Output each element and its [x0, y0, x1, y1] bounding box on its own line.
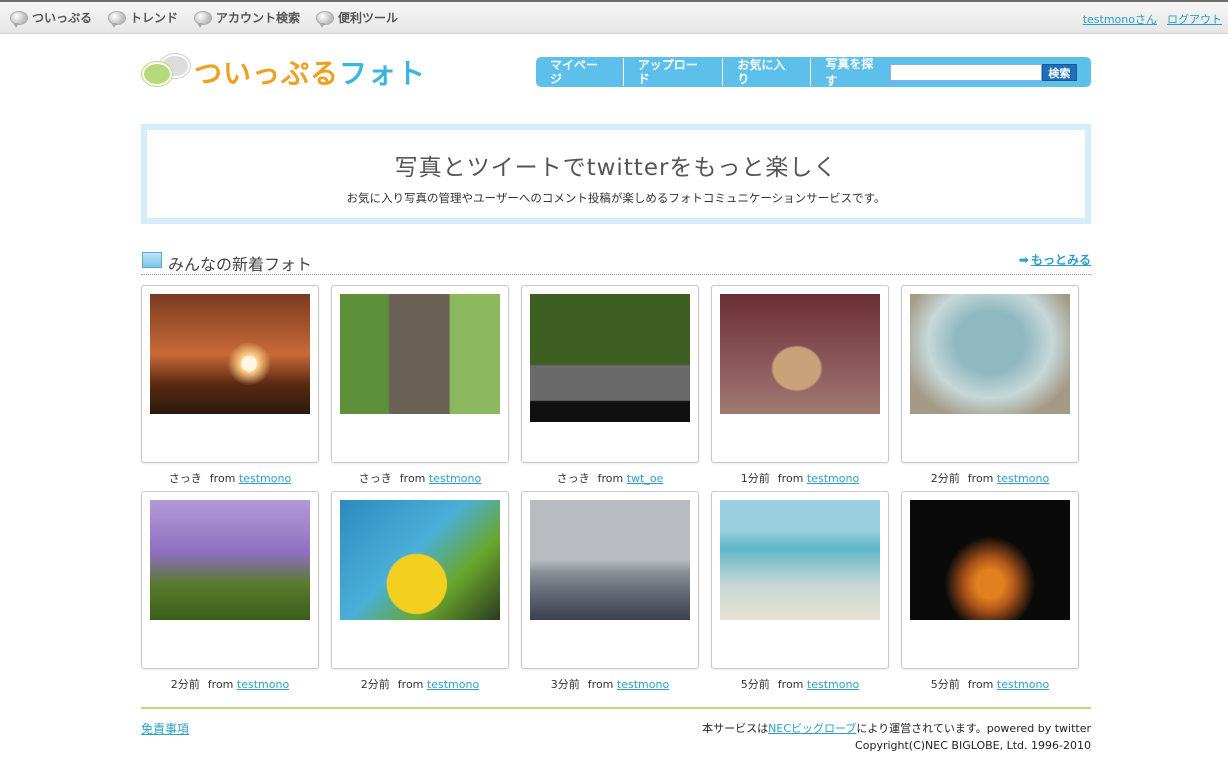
photo-card[interactable]: [331, 491, 509, 669]
copyright: Copyright(C)NEC BIGLOBE, Ltd. 1996-2010: [855, 739, 1091, 752]
user-link[interactable]: testmono: [807, 678, 859, 691]
photo-caption: 3分前 from testmono: [550, 678, 670, 691]
user-links: testmonoさん ログアウト: [1083, 11, 1222, 27]
photo-caption: 5分前 from testmono: [930, 678, 1050, 691]
photo-card[interactable]: [331, 285, 509, 463]
photo-thumbnail[interactable]: [150, 294, 310, 414]
photo-caption: 1分前 from testmono: [740, 472, 860, 485]
photo-card[interactable]: [711, 285, 889, 463]
user-link[interactable]: testmono: [239, 472, 291, 485]
section-title: みんなの新着フォト: [168, 255, 313, 274]
user-link[interactable]: testmono: [429, 472, 481, 485]
topnav-item-trend[interactable]: トレンド: [108, 9, 179, 28]
bubble-icon: [316, 10, 335, 28]
hero-banner: 写真とツイートでtwitterをもっと楽しく お気に入り写真の管理やユーザーへの…: [141, 124, 1091, 224]
photo-card[interactable]: [901, 285, 1079, 463]
hero-subtitle: お気に入り写真の管理やユーザーへのコメント投稿が楽しめるフォトコミュニケーション…: [346, 191, 886, 205]
photo-caption: さっき from testmono: [168, 472, 292, 485]
topnav-label: トレンド: [130, 11, 179, 25]
photo-thumbnail[interactable]: [530, 294, 690, 422]
photo-card[interactable]: [521, 491, 699, 669]
topnav-label: ついっぷる: [32, 11, 93, 25]
topnav-item-tools[interactable]: 便利ツール: [316, 9, 399, 28]
operated-by: 本サービスはNECビッグローブにより運営されています。powered by tw…: [702, 722, 1091, 735]
user-link[interactable]: testmono: [997, 678, 1049, 691]
search-label: 写真を探す: [825, 57, 874, 88]
section-header: みんなの新着フォト ➡ もっとみる: [141, 249, 1091, 275]
search-button[interactable]: 検索: [1041, 63, 1078, 81]
top-nav: ついっぷる トレンド アカウント検索 便利ツール: [10, 9, 399, 28]
nav-mypage[interactable]: マイページ: [550, 58, 624, 86]
user-link[interactable]: testmono: [997, 472, 1049, 485]
topnav-label: 便利ツール: [338, 11, 399, 25]
photo-caption: 2分前 from testmono: [930, 472, 1050, 485]
photo-icon: [142, 252, 162, 268]
photo-caption: さっき from testmono: [358, 472, 482, 485]
photo-card[interactable]: [141, 285, 319, 463]
photo-thumbnail[interactable]: [720, 500, 880, 620]
more-link[interactable]: ➡ もっとみる: [1019, 251, 1091, 268]
photo-thumbnail[interactable]: [910, 500, 1070, 620]
photo-search-input[interactable]: [890, 63, 1042, 81]
hero-title: 写真とツイートでtwitterをもっと楽しく: [394, 155, 838, 181]
nav-upload[interactable]: アップロード: [624, 58, 724, 86]
photo-thumbnail[interactable]: [720, 294, 880, 414]
photo-thumbnail[interactable]: [340, 294, 500, 414]
bubble-icon: [194, 10, 213, 28]
bubble-icon: [10, 10, 28, 28]
user-link[interactable]: testmono: [807, 472, 859, 485]
logo-text: ついっぷるフォト: [194, 57, 427, 90]
photo-thumbnail[interactable]: [340, 500, 500, 620]
user-link[interactable]: twt_oe: [627, 472, 664, 485]
footer-left: 免責事項: [141, 720, 189, 737]
footer-right: 本サービスはNECビッグローブにより運営されています。powered by tw…: [702, 720, 1091, 754]
topnav-label: アカウント検索: [216, 11, 301, 25]
topnav-item-account-search[interactable]: アカウント検索: [194, 9, 301, 28]
photo-thumbnail[interactable]: [530, 500, 690, 620]
top-bar: ついっぷる トレンド アカウント検索 便利ツール testmonoさん ログアウ…: [0, 0, 1228, 34]
main-nav: マイページ アップロード お気に入り 写真を探す 検索: [536, 57, 1091, 88]
photo-thumbnail[interactable]: [910, 294, 1070, 414]
topnav-item-twipple[interactable]: ついっぷる: [10, 9, 93, 28]
photo-card[interactable]: [711, 491, 889, 669]
nav-favorites[interactable]: お気に入り: [723, 58, 812, 86]
photo-card[interactable]: [521, 285, 699, 463]
photo-caption: 2分前 from testmono: [170, 678, 290, 691]
user-link[interactable]: testmono: [427, 678, 479, 691]
user-link[interactable]: testmonoさん: [1083, 11, 1157, 27]
biglobe-link[interactable]: NECビッグローブ: [768, 722, 856, 735]
logo-bubbles-icon: [142, 52, 194, 92]
photo-caption: 2分前 from testmono: [360, 678, 480, 691]
disclaimer-link[interactable]: 免責事項: [141, 722, 189, 736]
user-link[interactable]: testmono: [617, 678, 669, 691]
photo-card[interactable]: [141, 491, 319, 669]
arrow-right-icon: ➡: [1018, 253, 1029, 267]
bubble-icon: [108, 10, 127, 28]
photo-caption: 5分前 from testmono: [740, 678, 860, 691]
photo-caption: さっき from twt_oe: [556, 472, 664, 485]
site-logo[interactable]: ついっぷるフォト: [142, 52, 442, 92]
logout-link[interactable]: ログアウト: [1167, 11, 1222, 27]
user-link[interactable]: testmono: [237, 678, 289, 691]
photo-card[interactable]: [901, 491, 1079, 669]
photo-thumbnail[interactable]: [150, 500, 310, 620]
footer-divider: [141, 707, 1091, 709]
